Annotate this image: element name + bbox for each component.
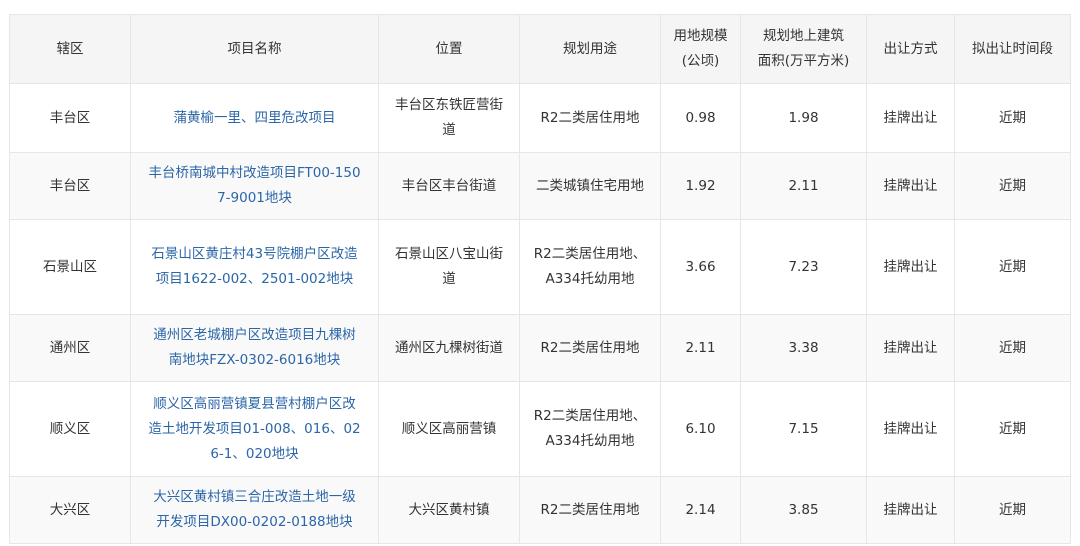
cell-project-name: 大兴区黄村镇三合庄改造土地一级开发项目DX00-0202-0188地块 xyxy=(130,476,379,544)
cell-planned-use: R2二类居住用地 xyxy=(519,476,661,544)
cell-project-name: 顺义区高丽营镇夏县营村棚户区改造土地开发项目01-008、016、026-1、0… xyxy=(130,381,379,477)
cell-district: 顺义区 xyxy=(9,381,131,477)
cell-transfer-method: 挂牌出让 xyxy=(866,152,955,220)
cell-building-area: 7.15 xyxy=(740,381,867,477)
header-transfer-method: 出让方式 xyxy=(866,14,955,84)
cell-land-area: 0.98 xyxy=(660,83,741,153)
project-link[interactable]: 大兴区黄村镇三合庄改造土地一级开发项目DX00-0202-0188地块 xyxy=(153,489,356,530)
table-row: 顺义区 顺义区高丽营镇夏县营村棚户区改造土地开发项目01-008、016、026… xyxy=(9,381,1071,477)
cell-district: 大兴区 xyxy=(9,476,131,544)
cell-location: 石景山区八宝山街道 xyxy=(378,219,520,315)
cell-location: 丰台区丰台街道 xyxy=(378,152,520,220)
header-planned-use: 规划用途 xyxy=(519,14,661,84)
cell-project-name: 蒲黄榆一里、四里危改项目 xyxy=(130,83,379,153)
project-link[interactable]: 蒲黄榆一里、四里危改项目 xyxy=(174,110,336,126)
cell-land-area: 6.10 xyxy=(660,381,741,477)
cell-building-area: 2.11 xyxy=(740,152,867,220)
cell-building-area: 7.23 xyxy=(740,219,867,315)
cell-building-area: 3.85 xyxy=(740,476,867,544)
cell-land-area: 1.92 xyxy=(660,152,741,220)
cell-transfer-method: 挂牌出让 xyxy=(866,83,955,153)
cell-building-area: 1.98 xyxy=(740,83,867,153)
table-row: 大兴区 大兴区黄村镇三合庄改造土地一级开发项目DX00-0202-0188地块 … xyxy=(9,476,1071,544)
cell-location: 大兴区黄村镇 xyxy=(378,476,520,544)
cell-location: 通州区九棵树街道 xyxy=(378,314,520,382)
cell-planned-use: R2二类居住用地、A334托幼用地 xyxy=(519,381,661,477)
cell-transfer-period: 近期 xyxy=(954,381,1071,477)
cell-project-name: 石景山区黄庄村43号院棚户区改造项目1622-002、2501-002地块 xyxy=(130,219,379,315)
cell-project-name: 丰台桥南城中村改造项目FT00-1507-9001地块 xyxy=(130,152,379,220)
cell-planned-use: R2二类居住用地 xyxy=(519,314,661,382)
cell-land-area: 2.11 xyxy=(660,314,741,382)
cell-transfer-method: 挂牌出让 xyxy=(866,381,955,477)
header-location: 位置 xyxy=(378,14,520,84)
cell-transfer-period: 近期 xyxy=(954,83,1071,153)
cell-planned-use: 二类城镇住宅用地 xyxy=(519,152,661,220)
cell-district: 丰台区 xyxy=(9,152,131,220)
land-supply-table-container: 辖区 项目名称 位置 规划用途 用地规模 (公顷) 规划地上建筑 面积(万平方米… xyxy=(9,14,1071,544)
header-land-area: 用地规模 (公顷) xyxy=(660,14,741,84)
cell-building-area: 3.38 xyxy=(740,314,867,382)
cell-transfer-period: 近期 xyxy=(954,152,1071,220)
header-building-area: 规划地上建筑 面积(万平方米) xyxy=(740,14,867,84)
cell-land-area: 2.14 xyxy=(660,476,741,544)
project-link[interactable]: 通州区老城棚户区改造项目九棵树南地块FZX-0302-6016地块 xyxy=(153,327,356,368)
project-link[interactable]: 石景山区黄庄村43号院棚户区改造项目1622-002、2501-002地块 xyxy=(151,246,357,287)
header-district: 辖区 xyxy=(9,14,131,84)
cell-district: 丰台区 xyxy=(9,83,131,153)
project-link[interactable]: 顺义区高丽营镇夏县营村棚户区改造土地开发项目01-008、016、026-1、0… xyxy=(148,396,360,462)
cell-transfer-period: 近期 xyxy=(954,314,1071,382)
cell-transfer-method: 挂牌出让 xyxy=(866,314,955,382)
table-row: 丰台区 丰台桥南城中村改造项目FT00-1507-9001地块 丰台区丰台街道 … xyxy=(9,152,1071,220)
cell-transfer-period: 近期 xyxy=(954,476,1071,544)
table-row: 通州区 通州区老城棚户区改造项目九棵树南地块FZX-0302-6016地块 通州… xyxy=(9,314,1071,382)
cell-district: 石景山区 xyxy=(9,219,131,315)
table-row: 丰台区 蒲黄榆一里、四里危改项目 丰台区东铁匠营街道 R2二类居住用地 0.98… xyxy=(9,83,1071,153)
cell-district: 通州区 xyxy=(9,314,131,382)
cell-transfer-period: 近期 xyxy=(954,219,1071,315)
cell-land-area: 3.66 xyxy=(660,219,741,315)
cell-planned-use: R2二类居住用地、A334托幼用地 xyxy=(519,219,661,315)
project-link[interactable]: 丰台桥南城中村改造项目FT00-1507-9001地块 xyxy=(148,165,360,206)
header-project-name: 项目名称 xyxy=(130,14,379,84)
cell-location: 丰台区东铁匠营街道 xyxy=(378,83,520,153)
cell-location: 顺义区高丽营镇 xyxy=(378,381,520,477)
land-supply-table: 辖区 项目名称 位置 规划用途 用地规模 (公顷) 规划地上建筑 面积(万平方米… xyxy=(9,14,1071,544)
cell-project-name: 通州区老城棚户区改造项目九棵树南地块FZX-0302-6016地块 xyxy=(130,314,379,382)
cell-transfer-method: 挂牌出让 xyxy=(866,476,955,544)
header-transfer-period: 拟出让时间段 xyxy=(954,14,1071,84)
cell-planned-use: R2二类居住用地 xyxy=(519,83,661,153)
table-header-row: 辖区 项目名称 位置 规划用途 用地规模 (公顷) 规划地上建筑 面积(万平方米… xyxy=(9,14,1071,84)
cell-transfer-method: 挂牌出让 xyxy=(866,219,955,315)
table-row: 石景山区 石景山区黄庄村43号院棚户区改造项目1622-002、2501-002… xyxy=(9,219,1071,315)
